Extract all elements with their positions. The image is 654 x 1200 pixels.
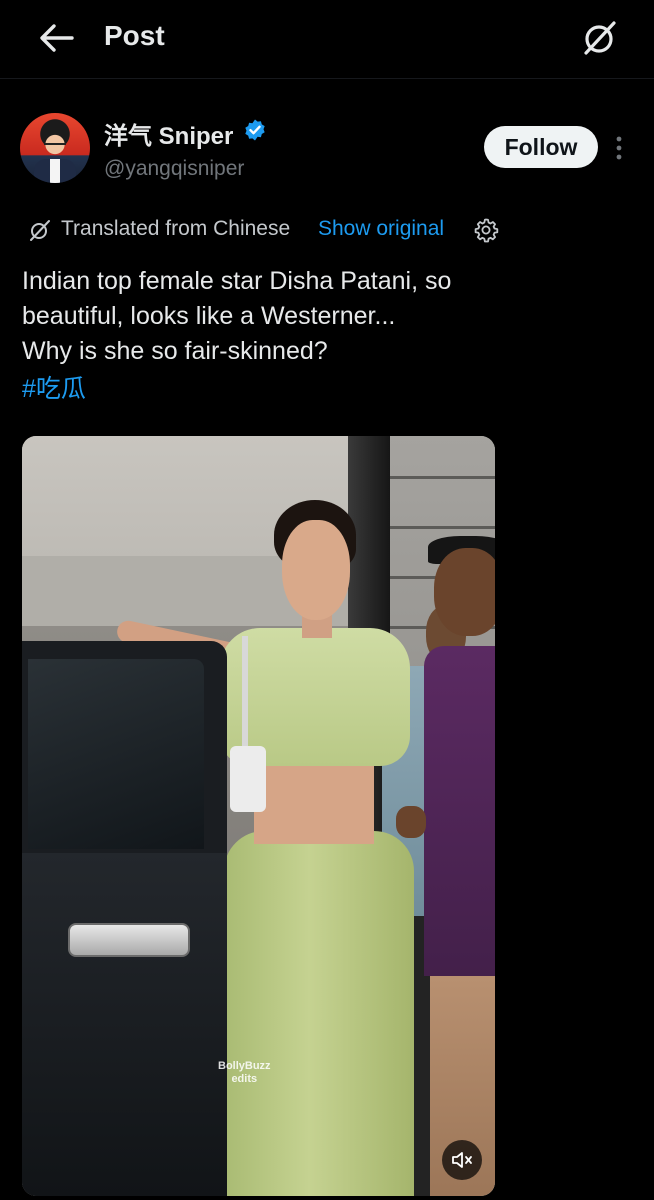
more-vertical-icon[interactable] — [612, 134, 626, 162]
top-bar: Post — [0, 0, 654, 79]
author-display-name[interactable]: 洋气 Sniper — [104, 116, 233, 151]
video-watermark: BollyBuzz edits — [218, 1060, 271, 1086]
show-original-link[interactable]: Show original — [318, 217, 444, 241]
post-text-line: beautiful, looks like a Westerner... — [22, 302, 396, 330]
translation-bar: Translated from Chinese Show original — [28, 214, 628, 246]
gear-icon[interactable] — [473, 217, 499, 243]
grok-icon[interactable] — [580, 18, 620, 58]
post-text-line: Why is she so fair-skinned? — [22, 337, 328, 365]
arrow-left-icon[interactable] — [38, 22, 74, 54]
author-handle[interactable]: @yangqisniper — [104, 157, 244, 181]
translation-label: Translated from Chinese — [61, 217, 291, 240]
video-watermark-line: edits — [231, 1073, 258, 1085]
grok-translate-icon — [30, 220, 50, 241]
video-car-door — [22, 641, 227, 1196]
mute-button[interactable] — [442, 1140, 482, 1180]
follow-button[interactable]: Follow — [484, 126, 598, 168]
video-watermark-line: BollyBuzz — [218, 1060, 271, 1072]
avatar[interactable] — [20, 113, 90, 183]
hashtag-link[interactable]: #吃瓜 — [22, 372, 86, 407]
avatar-shirt — [50, 159, 60, 183]
volume-muted-icon — [452, 1152, 472, 1168]
post-text: Indian top female star Disha Patani, so … — [22, 264, 632, 369]
video-player[interactable]: BollyBuzz edits — [22, 436, 495, 1196]
video-person-right — [396, 536, 495, 1196]
verified-badge-icon[interactable] — [243, 118, 267, 142]
avatar-glasses — [44, 143, 66, 150]
page-title: Post — [104, 20, 165, 51]
post-text-line: Indian top female star Disha Patani, so — [22, 267, 452, 295]
